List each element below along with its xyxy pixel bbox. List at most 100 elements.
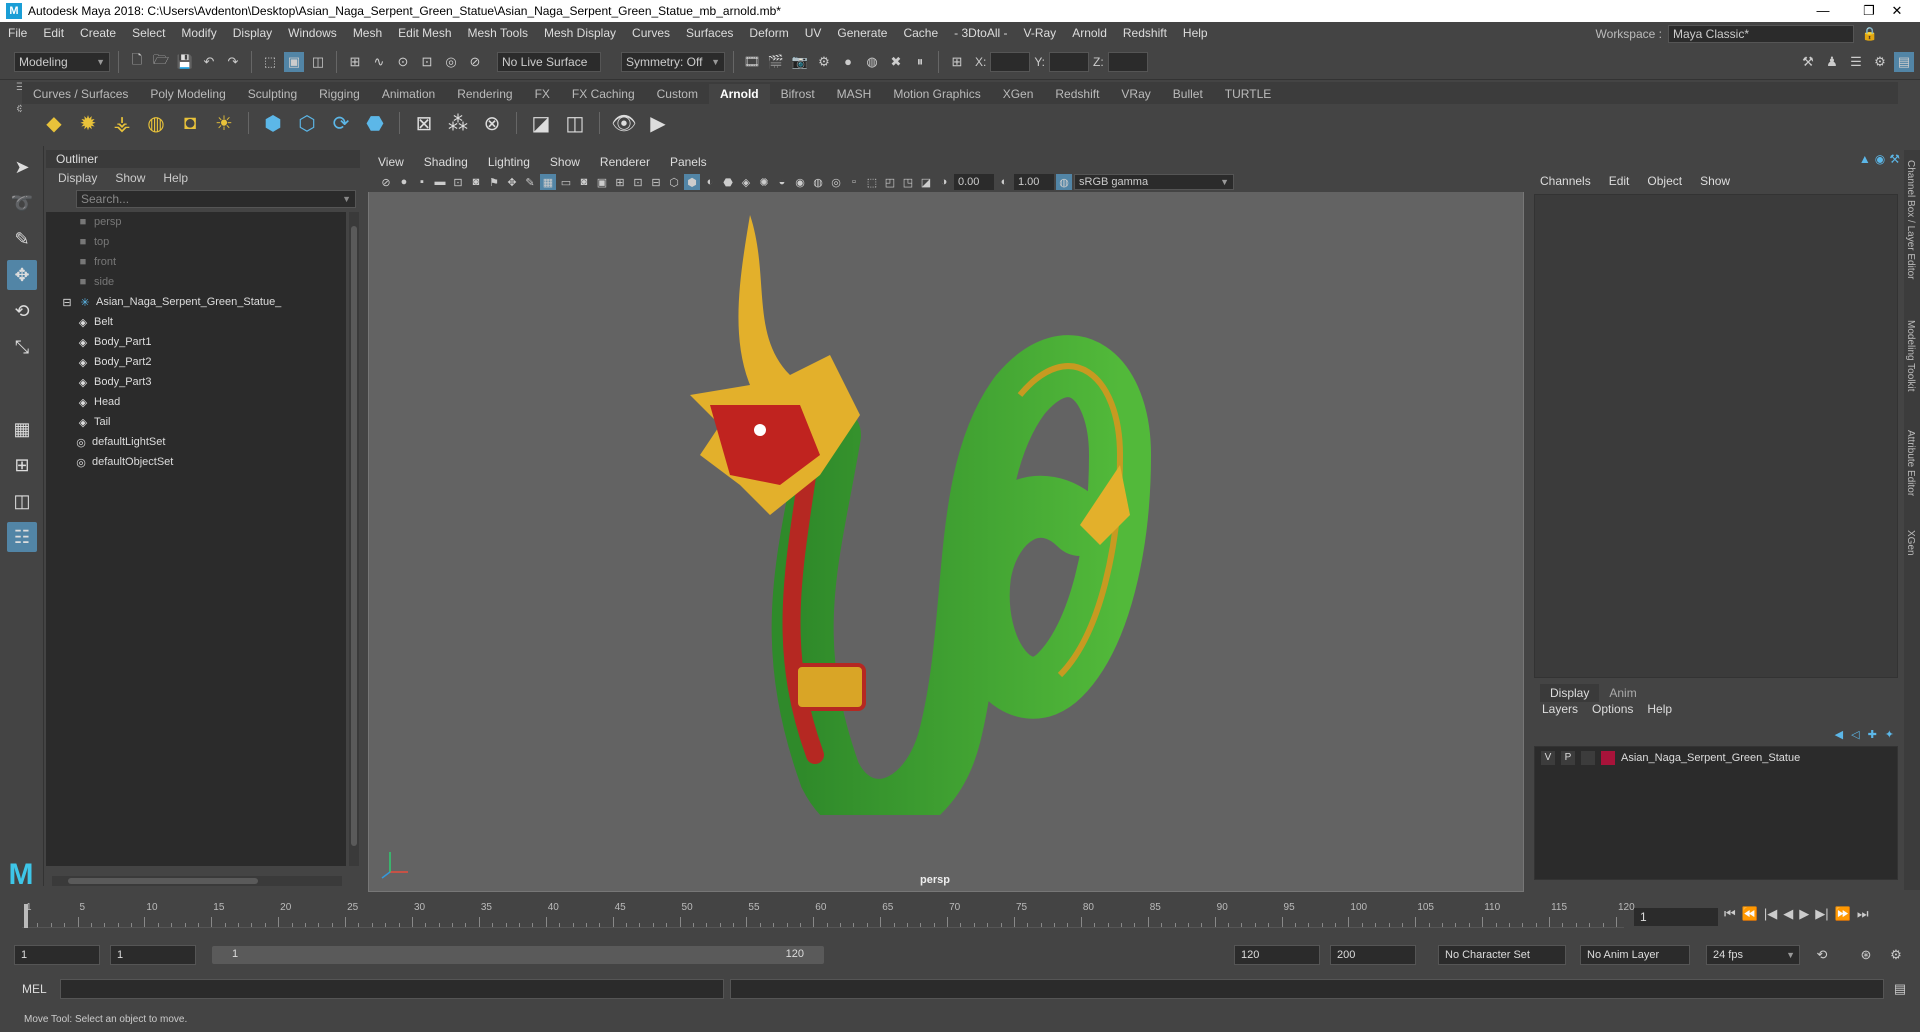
shelf-tab-vray[interactable]: VRay: [1110, 84, 1161, 104]
motion-blur-icon[interactable]: ◍: [810, 174, 826, 190]
xray-icon[interactable]: ◰: [882, 174, 898, 190]
symmetry-dropdown[interactable]: Symmetry: Off ▼: [621, 51, 725, 72]
shelf-tab-redshift[interactable]: Redshift: [1044, 84, 1110, 104]
side-tab-channel-box[interactable]: Channel Box / Layer Editor: [1905, 160, 1916, 280]
menu-mesh[interactable]: Mesh: [345, 26, 390, 40]
z-field[interactable]: [1107, 51, 1148, 72]
grease-pencil-icon[interactable]: ✎: [522, 174, 538, 190]
shader-icon[interactable]: ◫: [561, 109, 589, 137]
render-play-icon[interactable]: ▶: [644, 109, 672, 137]
layer-tab-anim[interactable]: Anim: [1599, 684, 1646, 702]
shelf-tab-fx-caching[interactable]: FX Caching: [561, 84, 646, 104]
outliner-item-top[interactable]: ■ top: [46, 232, 346, 252]
gate-mask-icon[interactable]: ▣: [594, 174, 610, 190]
exposure-icon[interactable]: ◑: [936, 174, 952, 190]
step-forward-icon[interactable]: ⏩: [1835, 906, 1851, 922]
xray-joints-icon[interactable]: ◳: [900, 174, 916, 190]
layer-menu-help[interactable]: Help: [1647, 702, 1672, 716]
snap-view-icon[interactable]: ⊡: [417, 52, 437, 72]
outliner-menu-show[interactable]: Show: [115, 171, 145, 185]
render-view-icon[interactable]: 🎞: [742, 52, 762, 72]
channel-box-icon[interactable]: ▤: [1894, 51, 1914, 72]
menu-surfaces[interactable]: Surfaces: [678, 26, 741, 40]
curve-collector-icon[interactable]: ⟳: [327, 109, 355, 137]
color-space-dropdown[interactable]: sRGB gamma ▼: [1074, 174, 1234, 190]
outliner-item-default-light-set[interactable]: ◎ defaultLightSet: [46, 432, 346, 452]
menu-cache[interactable]: Cache: [895, 26, 946, 40]
outliner-layout-icon[interactable]: ☷: [7, 522, 37, 552]
light-portal-icon[interactable]: ◘: [176, 109, 204, 137]
outliner-item-body-part3[interactable]: ◈ Body_Part3: [46, 372, 346, 392]
range-slider[interactable]: 1 120: [212, 946, 824, 964]
go-to-start-icon[interactable]: ⏮: [1724, 906, 1736, 922]
timeline-ruler[interactable]: 1 5 10 15 20 25 30 35 40 45 50 55 60 65 70 75 80 85 90 95 10…: [22, 898, 1635, 928]
shelf-tab-rendering[interactable]: Rendering: [446, 84, 523, 104]
menu-file[interactable]: File: [0, 26, 35, 40]
field-chart-icon[interactable]: ⊞: [612, 174, 628, 190]
skydome-light-icon[interactable]: ◍: [142, 109, 170, 137]
outliner-item-tail[interactable]: ◈ Tail: [46, 412, 346, 432]
step-back-icon[interactable]: ⏪: [1742, 906, 1758, 922]
menu-arnold[interactable]: Arnold: [1064, 26, 1115, 40]
layer-playback-toggle[interactable]: P: [1561, 751, 1575, 765]
pause-icon[interactable]: ⏸: [910, 52, 930, 72]
shelf-tab-motion-graphics[interactable]: Motion Graphics: [882, 84, 991, 104]
channel-box-icon[interactable]: ▲: [1859, 152, 1871, 166]
export-standin-icon[interactable]: ⬡: [293, 109, 321, 137]
gamma-field[interactable]: 1.00: [1014, 174, 1054, 190]
mesh-light-icon[interactable]: ✹: [74, 109, 102, 137]
textured-icon[interactable]: ◈: [738, 174, 754, 190]
anti-aliasing-icon[interactable]: ◎: [828, 174, 844, 190]
step-back-key-icon[interactable]: |◀: [1764, 906, 1777, 922]
outliner-menu-display[interactable]: Display: [58, 171, 97, 185]
menu-windows[interactable]: Windows: [280, 26, 345, 40]
color-management-icon[interactable]: ◍: [1056, 174, 1072, 190]
outliner-item-side[interactable]: ■ side: [46, 272, 346, 292]
menu-vray[interactable]: V-Ray: [1016, 26, 1065, 40]
shelf-tab-curves-surfaces[interactable]: Curves / Surfaces: [22, 84, 139, 104]
outliner-item-persp[interactable]: ■ persp: [46, 212, 346, 232]
select-camera-icon[interactable]: ⊘: [378, 174, 394, 190]
outliner-item-belt[interactable]: ◈ Belt: [46, 312, 346, 332]
shelf-tab-bullet[interactable]: Bullet: [1162, 84, 1214, 104]
shelf-tab-custom[interactable]: Custom: [646, 84, 709, 104]
default-material-icon[interactable]: ◐: [702, 174, 718, 190]
flush-cache-icon[interactable]: ⁂: [444, 109, 472, 137]
scale-tool-icon[interactable]: ⤡: [7, 332, 37, 362]
camera-icon[interactable]: ◙: [468, 174, 484, 190]
wireframe-icon[interactable]: ⬡: [666, 174, 682, 190]
side-tab-attribute-editor[interactable]: Attribute Editor: [1905, 430, 1916, 496]
shelf-tab-arnold[interactable]: Arnold: [708, 84, 770, 104]
outliner-search-input[interactable]: Search... ▼: [76, 190, 356, 208]
menu-create[interactable]: Create: [72, 26, 124, 40]
current-frame-field[interactable]: 1: [1634, 908, 1718, 926]
shelf-tab-mash[interactable]: MASH: [826, 84, 883, 104]
close-button[interactable]: ✕: [1874, 0, 1920, 22]
shelf-tab-fx[interactable]: FX: [524, 84, 561, 104]
bookmark-flag-icon[interactable]: ⚑: [486, 174, 502, 190]
render-frame-icon[interactable]: 🎬: [766, 52, 786, 72]
ambient-occlusion-icon[interactable]: ◉: [792, 174, 808, 190]
minimize-button[interactable]: —: [1800, 0, 1846, 22]
save-scene-icon[interactable]: 💾: [175, 52, 195, 72]
physical-sky-icon[interactable]: ☀: [210, 109, 238, 137]
attribute-editor-icon[interactable]: ☰: [1846, 52, 1866, 72]
select-object-icon[interactable]: ▣: [284, 51, 304, 72]
tool-settings-icon[interactable]: ⚙: [1870, 52, 1890, 72]
character-controls-icon[interactable]: ♟: [1822, 52, 1842, 72]
collapse-icon[interactable]: ⊟: [60, 296, 74, 309]
move-tool-icon[interactable]: ✥: [7, 260, 37, 290]
auto-key-icon[interactable]: ⊛: [1856, 945, 1876, 965]
undo-icon[interactable]: ↶: [199, 52, 219, 72]
menu-set-dropdown[interactable]: Modeling ▼: [14, 51, 110, 72]
layer-visibility-toggle[interactable]: V: [1541, 751, 1555, 765]
layer-tab-display[interactable]: Display: [1540, 684, 1600, 702]
snap-surface-icon[interactable]: ◎: [441, 52, 461, 72]
attribute-icon[interactable]: ◉: [1875, 152, 1885, 166]
live-surface-field[interactable]: No Live Surface: [497, 51, 601, 72]
viewport-menu-show[interactable]: Show: [540, 155, 590, 169]
bookmark-icon[interactable]: ▪: [414, 174, 430, 190]
shelf-tab-turtle[interactable]: TURTLE: [1214, 84, 1282, 104]
viewport-menu-lighting[interactable]: Lighting: [478, 155, 540, 169]
new-scene-icon[interactable]: 🗋: [127, 52, 147, 72]
